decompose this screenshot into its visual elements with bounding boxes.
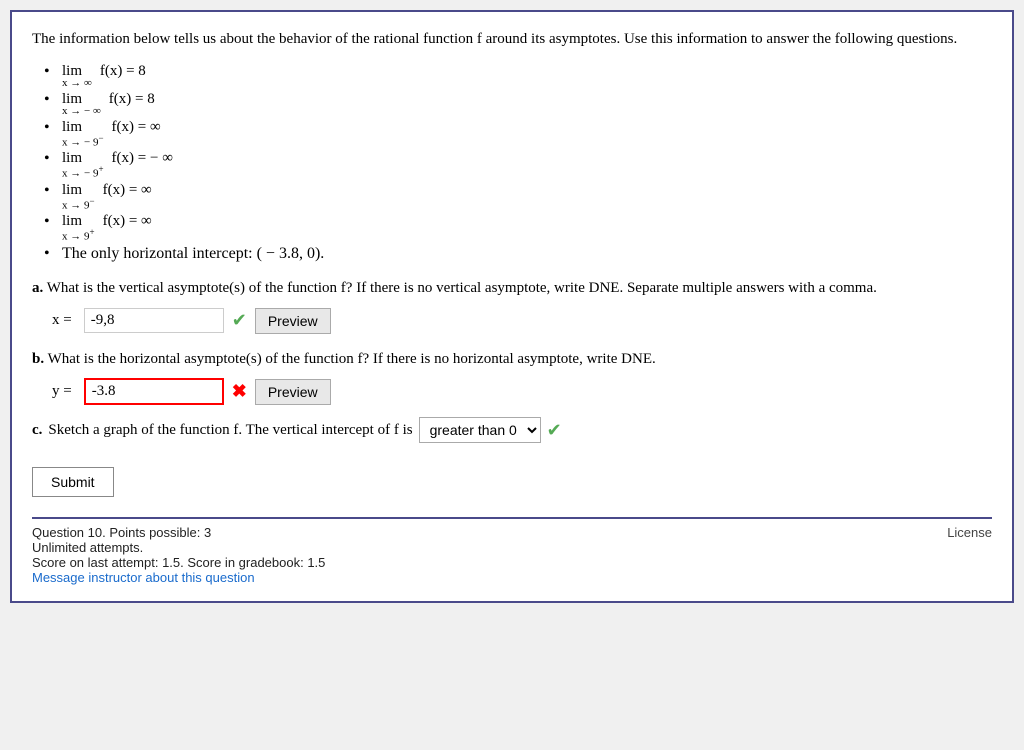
limit-expr-2: lim x → − ∞ [62, 91, 101, 117]
footer-section: License Question 10. Points possible: 3 … [32, 525, 992, 585]
part-a-input[interactable] [84, 308, 224, 333]
list-item: lim x → 9− f(x) = ∞ [62, 182, 992, 212]
limit-expr-5: lim x → 9− [62, 182, 95, 212]
footer-attempts: Unlimited attempts. [32, 540, 992, 555]
limits-list: lim x → ∞ f(x) = 8 lim x → − ∞ f(x) = 8 … [62, 63, 992, 264]
part-c-label: c. [32, 422, 42, 439]
part-b-preview-button[interactable]: Preview [255, 379, 331, 405]
part-a-prefix: x = [52, 312, 72, 329]
limit-expr-6: lim x → 9+ [62, 213, 95, 243]
list-item: lim x → − 9− f(x) = ∞ [62, 119, 992, 149]
submit-button[interactable]: Submit [32, 467, 114, 497]
part-a-question: a. What is the vertical asymptote(s) of … [32, 277, 992, 300]
part-b-input[interactable] [84, 378, 224, 405]
horizontal-intercept-item: The only horizontal intercept: ( − 3.8, … [62, 245, 992, 263]
part-b-prefix: y = [52, 383, 72, 400]
part-b-question: b. What is the horizontal asymptote(s) o… [32, 348, 992, 371]
part-b-error-icon: ✖ [232, 381, 247, 402]
part-c-dropdown[interactable]: greater than 0 less than 0 equal to 0 [419, 417, 541, 443]
part-a-answer-row: x = ✔ Preview [52, 308, 992, 334]
part-a-preview-button[interactable]: Preview [255, 308, 331, 334]
horizontal-intercept-text: The only horizontal intercept: ( − 3.8, … [62, 245, 324, 263]
intro-text: The information below tells us about the… [32, 28, 992, 51]
page-container: The information below tells us about the… [10, 10, 1014, 603]
list-item: lim x → 9+ f(x) = ∞ [62, 213, 992, 243]
message-instructor-link[interactable]: Message instructor about this question [32, 570, 255, 585]
license-link[interactable]: License [947, 525, 992, 540]
list-item: lim x → ∞ f(x) = 8 [62, 63, 992, 89]
limit-expr-4: lim x → − 9+ [62, 150, 104, 180]
limit-expr-1: lim x → ∞ [62, 63, 92, 89]
footer-score: Score on last attempt: 1.5. Score in gra… [32, 555, 992, 570]
part-c-row: c. Sketch a graph of the function f. The… [32, 417, 992, 443]
part-b-answer-row: y = ✖ Preview [52, 378, 992, 405]
footer-divider [32, 517, 992, 519]
part-c-check-icon: ✔ [547, 420, 562, 441]
limit-expr-3: lim x → − 9− [62, 119, 104, 149]
list-item: lim x → − ∞ f(x) = 8 [62, 91, 992, 117]
footer-question-info: Question 10. Points possible: 3 [32, 525, 992, 540]
part-c-question-prefix: Sketch a graph of the function f. The ve… [48, 422, 412, 439]
list-item: lim x → − 9+ f(x) = − ∞ [62, 150, 992, 180]
part-a-check-icon: ✔ [232, 310, 247, 331]
